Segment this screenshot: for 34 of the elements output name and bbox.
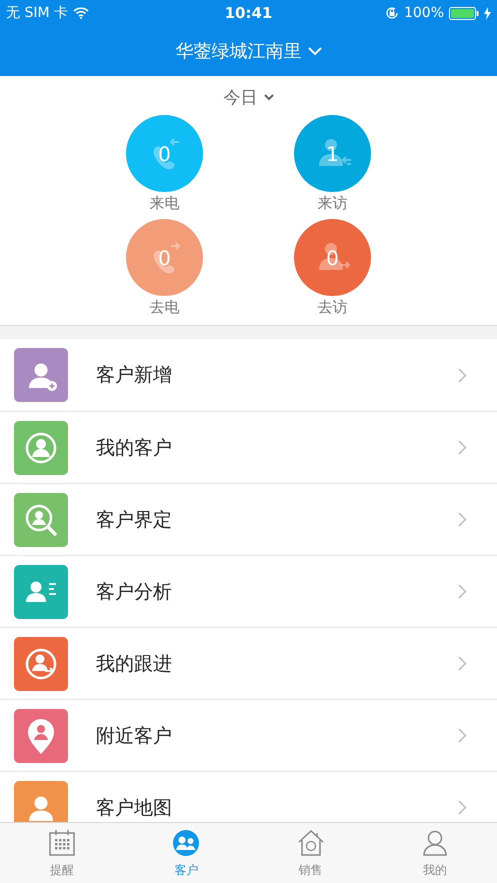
rotation-lock-icon [384, 6, 399, 20]
wifi-icon [73, 7, 89, 19]
stat-label: 去电 [150, 298, 180, 317]
chevron-down-icon [264, 94, 274, 101]
chevron-down-icon [308, 46, 322, 56]
clock-time: 10:41 [224, 4, 272, 22]
chevron-right-icon [458, 368, 467, 382]
battery-percent: 100% [404, 5, 444, 21]
menu-item[interactable]: 客户地图 [0, 771, 497, 822]
tab[interactable]: 提醒 [0, 823, 124, 883]
stat-label: 来电 [150, 194, 180, 213]
chevron-right-icon [458, 800, 467, 815]
battery-icon [449, 6, 479, 20]
period-selector[interactable]: 今日 [224, 86, 274, 109]
count-button[interactable]: 0 [126, 219, 203, 296]
project-selector[interactable]: 华蓥绿城江南里 [176, 39, 322, 63]
people-icon [171, 828, 202, 858]
chevron-right-icon [458, 728, 467, 743]
count-button[interactable]: 1 [294, 115, 371, 192]
carrier-text: 无 SIM 卡 [6, 4, 68, 22]
stat-label: 来访 [318, 194, 348, 213]
tab[interactable]: 销售 [248, 823, 373, 883]
chevron-right-icon [458, 584, 467, 599]
count-button[interactable]: 0 [294, 219, 371, 296]
chevron-right-icon [458, 656, 467, 671]
chevron-right-icon [458, 440, 467, 455]
stat-label: 去访 [318, 298, 348, 317]
tab[interactable]: 我的 [372, 823, 497, 883]
count-button[interactable]: 0 [126, 115, 203, 192]
house-icon [296, 828, 326, 858]
tab[interactable]: 客户 [124, 823, 248, 883]
charging-icon [484, 6, 491, 20]
calendar-icon [47, 828, 78, 858]
chevron-right-icon [458, 512, 467, 527]
